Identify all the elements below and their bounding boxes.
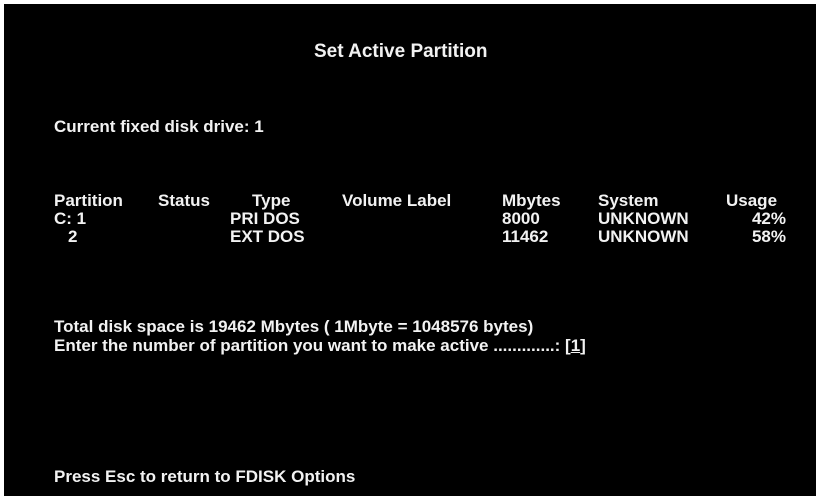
header-volume-label: Volume Label bbox=[342, 191, 452, 210]
row-2-mbytes: 11462 bbox=[502, 227, 549, 246]
current-drive-label: Current fixed disk drive: 1 bbox=[54, 117, 264, 136]
prompt-close-bracket: ] bbox=[580, 336, 586, 355]
footer-hint: Press Esc to return to FDISK Options bbox=[54, 467, 356, 486]
header-system: System bbox=[598, 191, 659, 210]
active-partition-prompt: Enter the number of partition you want t… bbox=[54, 337, 586, 354]
row-1-mbytes: 8000 bbox=[502, 209, 540, 228]
header-partition: Partition bbox=[54, 191, 123, 210]
row-1-usage: 42% bbox=[751, 209, 786, 228]
screen-title: Set Active Partition bbox=[314, 41, 488, 62]
header-usage: Usage bbox=[726, 191, 778, 210]
row-2-type: EXT DOS bbox=[230, 227, 305, 246]
partition-number-input[interactable]: 1 bbox=[571, 336, 580, 355]
row-2-usage: 58% bbox=[751, 227, 786, 246]
row-1-type: PRI DOS bbox=[230, 209, 300, 228]
header-type: Type bbox=[252, 191, 291, 210]
header-status: Status bbox=[158, 191, 210, 210]
row-1-system: UNKNOWN bbox=[598, 209, 689, 228]
row-2-system: UNKNOWN bbox=[598, 227, 689, 246]
fdisk-screen: Set Active Partition Current fixed disk … bbox=[4, 4, 816, 496]
row-1-partition: C: 1 bbox=[54, 209, 87, 228]
row-2-partition: 2 bbox=[68, 227, 78, 246]
total-disk-space: Total disk space is 19462 Mbytes ( 1Mbyt… bbox=[54, 317, 534, 336]
header-mbytes: Mbytes bbox=[502, 191, 561, 210]
prompt-text: Enter the number of partition you want t… bbox=[54, 336, 571, 355]
